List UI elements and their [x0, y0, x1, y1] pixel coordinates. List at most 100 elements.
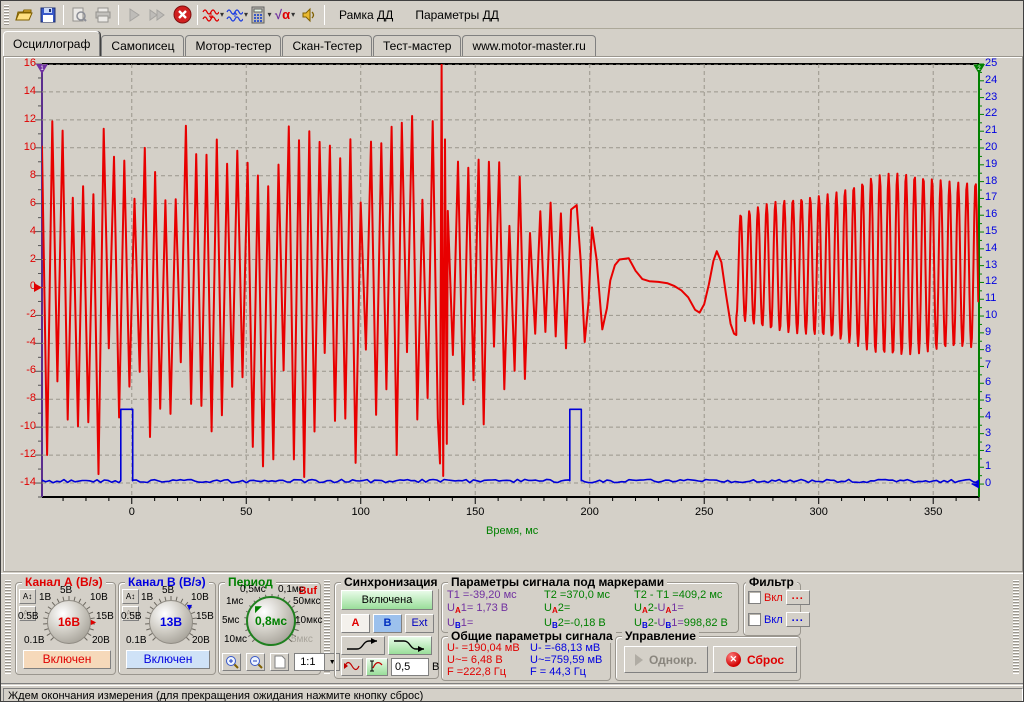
dropdown-caret-icon[interactable]: ▾ — [244, 10, 248, 19]
toolbar: ▾ ▾ ▾ √α ▾ Рамка ДД Параметры ДД — [1, 1, 1024, 29]
sync-level-input[interactable] — [391, 658, 429, 676]
continuous-start-button[interactable] — [146, 3, 170, 27]
reset-icon: ✕ — [726, 652, 741, 667]
manual-level-button[interactable] — [366, 658, 388, 676]
channel-a-signal-button[interactable]: ▾ — [201, 3, 225, 27]
math-functions-button[interactable]: √α ▾ — [273, 3, 297, 27]
left-axis-tick-label: -6 — [6, 364, 36, 377]
x-axis-tick-label: 150 — [453, 506, 497, 519]
channel-a-range-knob[interactable]: 16В — [47, 600, 91, 644]
left-axis-tick-label: -2 — [6, 308, 36, 321]
panel-grip[interactable] — [5, 580, 11, 674]
channel-b-group: Канал В (В/э) A↕ A↕ 13В ▼ 5В 10В 15В 20В… — [118, 582, 216, 675]
status-bar: Ждем окончания измерения (для прекращени… — [1, 685, 1024, 702]
tab-motor-tester[interactable]: Мотор-тестер — [185, 35, 281, 56]
tab-oscillograph[interactable]: Осциллограф — [3, 31, 100, 56]
calculator-button[interactable]: ▾ — [249, 3, 273, 27]
dial-label: 1мс — [226, 596, 243, 607]
right-axis-tick-label: 7 — [985, 359, 1015, 372]
right-axis-tick-label: 25 — [985, 57, 1015, 70]
sync-source-a-button[interactable]: A — [341, 614, 370, 633]
param-b-freq: F = 44,3 Гц — [530, 666, 602, 678]
tab-test-master[interactable]: Тест-мастер — [373, 35, 461, 56]
control-panel: Канал А (В/э) A↕ A↕ 16В ► 5В 10В 15В 20В… — [1, 573, 1024, 684]
sync-level-unit: В — [432, 661, 439, 673]
save-button[interactable] — [36, 3, 60, 27]
markers-values: T1 =-39,20 мсT2 =370,0 мсT2 - T1 =409,2 … — [447, 589, 735, 632]
open-button[interactable] — [12, 3, 36, 27]
x-axis-tick-label: 200 — [568, 506, 612, 519]
dial-label: 0,5мс — [240, 584, 266, 595]
right-axis-tick-label: 10 — [985, 309, 1015, 322]
sync-source-b-button[interactable]: B — [373, 614, 402, 633]
chart-panel: 12-14-12-10-8-6-4-2024681012141601234567… — [3, 56, 1023, 572]
left-axis-tick-label: 16 — [6, 57, 36, 70]
toolbar-separator — [118, 5, 119, 25]
channel-a-power-button[interactable]: Включен — [23, 650, 111, 669]
right-axis-tick-label: 22 — [985, 107, 1015, 120]
channel-a-coupling-button[interactable]: A↕ — [19, 589, 36, 604]
zoom-out-button[interactable] — [246, 653, 265, 671]
marker-param-cell: T2 =370,0 мс — [544, 589, 634, 602]
sync-source-ext-button[interactable]: Ext — [405, 614, 434, 633]
panel-grip[interactable] — [1013, 580, 1019, 674]
channel-b-coupling-button[interactable]: A↕ — [122, 589, 139, 604]
falling-edge-button[interactable] — [388, 636, 432, 655]
right-axis-tick-label: 1 — [985, 460, 1015, 473]
dropdown-caret-icon[interactable]: ▾ — [267, 10, 271, 19]
param-a-freq: F =222,8 Гц — [447, 666, 520, 678]
dropdown-caret-icon[interactable]: ▾ — [220, 10, 224, 19]
marker-param-cell: UA2-UA1= — [634, 602, 735, 617]
tab-recorder[interactable]: Самописец — [101, 35, 184, 56]
dial-label: 5мс — [222, 615, 239, 626]
oscilloscope-plot[interactable]: 12-14-12-10-8-6-4-2024681012141601234567… — [4, 57, 1022, 549]
right-axis-tick-label: 9 — [985, 326, 1015, 339]
filter-a-settings-button[interactable]: ... — [786, 590, 810, 605]
left-axis-tick-label: 6 — [6, 197, 36, 210]
channel-a-group: Канал А (В/э) A↕ A↕ 16В ► 5В 10В 15В 20В… — [15, 582, 116, 675]
left-axis-tick-label: 4 — [6, 225, 36, 238]
scale-value: 1:1 — [295, 656, 324, 668]
reset-button[interactable]: ✕ Сброс — [713, 646, 797, 673]
right-axis-tick-label: 11 — [985, 292, 1015, 305]
sound-button[interactable] — [297, 3, 321, 27]
dial-label: 5В — [60, 585, 72, 596]
start-button[interactable] — [122, 3, 146, 27]
dropdown-caret-icon[interactable]: ▾ — [291, 10, 295, 19]
left-axis-tick-label: -10 — [6, 420, 36, 433]
tab-website[interactable]: www.motor-master.ru — [462, 35, 595, 56]
dial-label: 10мкс — [295, 615, 323, 626]
filter-a-checkbox[interactable] — [748, 591, 761, 604]
frame-dd-button[interactable]: Рамка ДД — [328, 3, 404, 27]
right-axis-tick-label: 0 — [985, 477, 1015, 490]
param-a-dc: U- =190,04 мВ — [447, 642, 520, 654]
params-dd-button[interactable]: Параметры ДД — [404, 3, 510, 27]
x-axis-tick-label: 350 — [911, 506, 955, 519]
waveform-layer — [42, 64, 979, 497]
sync-group: Синхронизация Включена A B Ext В — [334, 582, 439, 679]
channel-b-signal-button[interactable]: ▾ — [225, 3, 249, 27]
left-axis-tick-label: -14 — [6, 476, 36, 489]
x-axis-tick-label: 300 — [797, 506, 841, 519]
toolbar-grip[interactable] — [4, 5, 9, 25]
general-params-title: Общие параметры сигнала — [448, 629, 616, 643]
print-preview-button[interactable] — [67, 3, 91, 27]
period-knob[interactable]: 0,8мс — [246, 596, 296, 646]
tab-scan-tester[interactable]: Скан-Тестер — [282, 35, 372, 56]
rising-edge-button[interactable] — [341, 636, 385, 655]
print-button[interactable] — [91, 3, 115, 27]
param-b-dc: U- =-68,13 мВ — [530, 642, 602, 654]
single-shot-button[interactable]: Однокр. — [624, 646, 708, 673]
red-waveform-icon — [202, 6, 219, 24]
channel-b-power-button[interactable]: Включен — [126, 650, 210, 669]
auto-level-button[interactable] — [341, 658, 363, 676]
filter-b-settings-button[interactable]: ... — [786, 612, 810, 627]
stop-button[interactable] — [170, 3, 194, 27]
sync-enabled-button[interactable]: Включена — [341, 590, 433, 610]
filter-b-checkbox[interactable] — [748, 613, 761, 626]
new-view-button[interactable] — [270, 653, 289, 671]
zoom-in-button[interactable] — [222, 653, 241, 671]
filter-a-label: Вкл — [764, 592, 783, 604]
open-folder-icon — [15, 6, 33, 24]
dial-label: 5В — [162, 585, 174, 596]
